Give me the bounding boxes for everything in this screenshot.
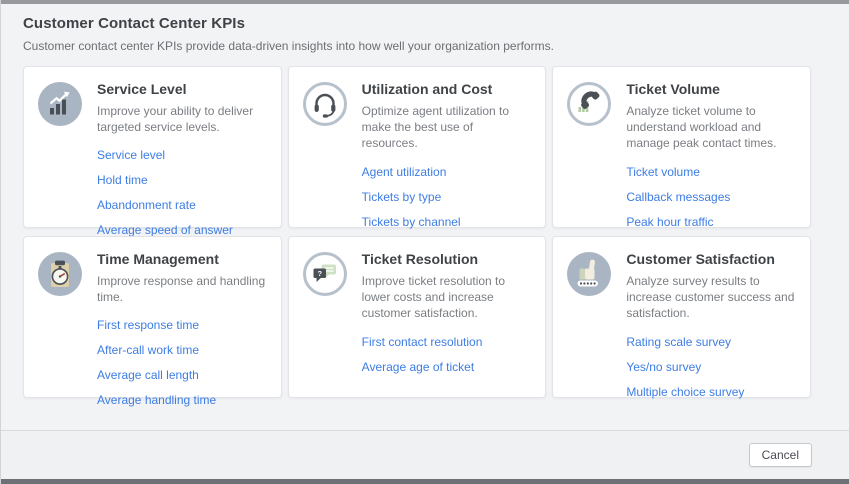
link-average-handling-time[interactable]: Average handling time <box>97 393 216 407</box>
card-utilization-and-cost: Utilization and Cost Optimize agent util… <box>288 66 547 228</box>
link-after-call-work-time[interactable]: After-call work time <box>97 343 199 357</box>
link-tickets-by-channel[interactable]: Tickets by channel <box>362 215 461 229</box>
card-ticket-volume: Ticket Volume Analyze ticket volume to u… <box>552 66 811 228</box>
chat-bubbles-icon: ? <box>303 252 347 296</box>
card-service-level: Service Level Improve your ability to de… <box>23 66 282 228</box>
card-description: Analyze survey results to increase custo… <box>626 273 796 322</box>
card-links: First contact resolution Average age of … <box>362 335 532 374</box>
link-hold-time[interactable]: Hold time <box>97 173 148 187</box>
card-title: Utilization and Cost <box>362 81 532 97</box>
page-subtitle: Customer contact center KPIs provide dat… <box>23 39 811 53</box>
card-title: Ticket Volume <box>626 81 796 97</box>
card-links: Service level Hold time Abandonment rate… <box>97 148 267 237</box>
card-title: Service Level <box>97 81 267 97</box>
page-title: Customer Contact Center KPIs <box>23 15 811 32</box>
stopwatch-icon <box>38 252 82 296</box>
card-title: Time Management <box>97 251 267 267</box>
link-callback-messages[interactable]: Callback messages <box>626 190 730 204</box>
link-agent-utilization[interactable]: Agent utilization <box>362 165 447 179</box>
link-first-contact-resolution[interactable]: First contact resolution <box>362 335 483 349</box>
window-bottom-edge <box>1 479 849 484</box>
card-ticket-resolution: ? Ticket Resolution Improve ticket resol… <box>288 236 547 398</box>
card-links: Ticket volume Callback messages Peak hou… <box>626 165 796 229</box>
link-abandonment-rate[interactable]: Abandonment rate <box>97 198 196 212</box>
card-description: Improve your ability to deliver targeted… <box>97 103 267 135</box>
card-title: Customer Satisfaction <box>626 251 796 267</box>
link-average-age-of-ticket[interactable]: Average age of ticket <box>362 360 475 374</box>
card-time-management: Time Management Improve response and han… <box>23 236 282 398</box>
card-description: Improve ticket resolution to lower costs… <box>362 273 532 322</box>
card-description: Improve response and handling time. <box>97 273 267 305</box>
thumbs-up-icon <box>567 252 611 296</box>
link-multiple-choice-survey[interactable]: Multiple choice survey <box>626 385 744 399</box>
dialog-footer: Cancel <box>1 430 849 479</box>
link-rating-scale-survey[interactable]: Rating scale survey <box>626 335 731 349</box>
card-description: Analyze ticket volume to understand work… <box>626 103 796 152</box>
link-average-call-length[interactable]: Average call length <box>97 368 199 382</box>
bar-chart-trend-icon <box>38 82 82 126</box>
link-service-level[interactable]: Service level <box>97 148 165 162</box>
card-links: First response time After-call work time… <box>97 318 267 407</box>
link-first-response-time[interactable]: First response time <box>97 318 199 332</box>
link-yes-no-survey[interactable]: Yes/no survey <box>626 360 701 374</box>
cancel-button[interactable]: Cancel <box>749 443 812 467</box>
link-tickets-by-type[interactable]: Tickets by type <box>362 190 442 204</box>
dialog-content: Customer Contact Center KPIs Customer co… <box>1 4 849 398</box>
card-description: Optimize agent utilization to make the b… <box>362 103 532 152</box>
link-ticket-volume[interactable]: Ticket volume <box>626 165 700 179</box>
card-customer-satisfaction: Customer Satisfaction Analyze survey res… <box>552 236 811 398</box>
card-title: Ticket Resolution <box>362 251 532 267</box>
kpi-picker-dialog: Customer Contact Center KPIs Customer co… <box>0 0 850 484</box>
card-links: Rating scale survey Yes/no survey Multip… <box>626 335 796 399</box>
headset-icon <box>303 82 347 126</box>
link-peak-hour-traffic[interactable]: Peak hour traffic <box>626 215 713 229</box>
kpi-cards-grid: Service Level Improve your ability to de… <box>23 66 811 398</box>
phone-volume-icon <box>567 82 611 126</box>
svg-text:?: ? <box>317 269 322 278</box>
